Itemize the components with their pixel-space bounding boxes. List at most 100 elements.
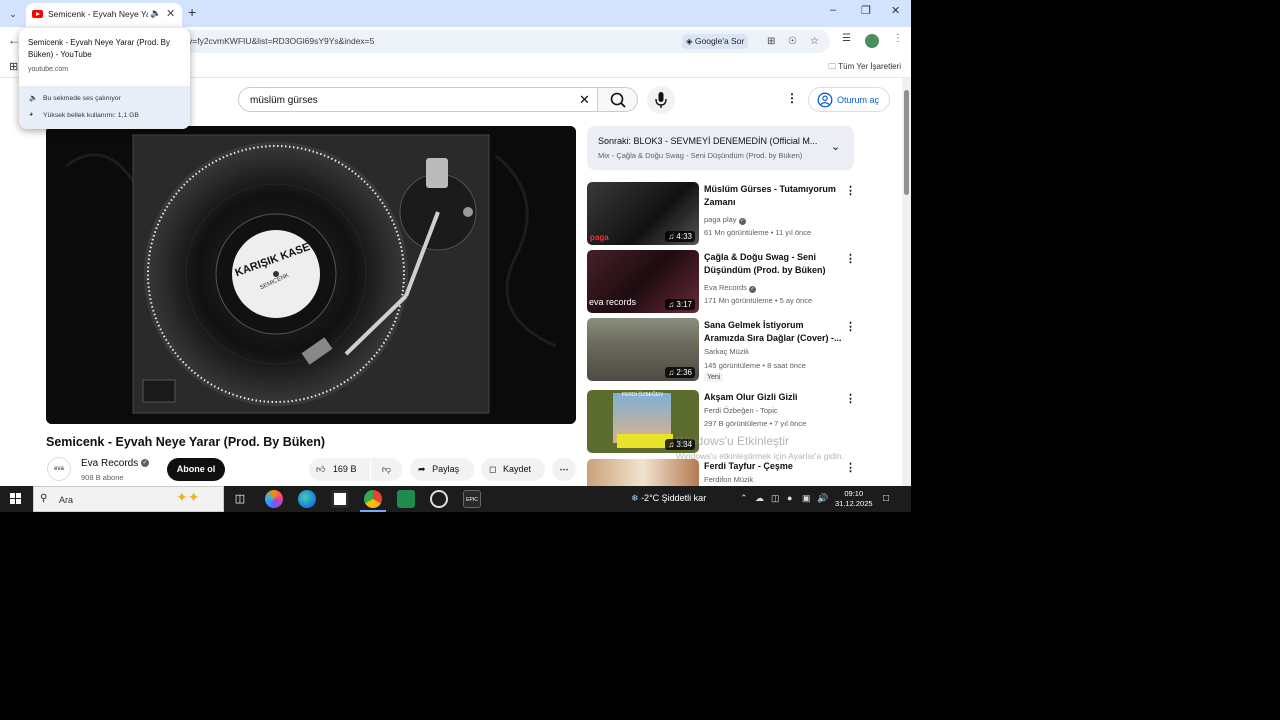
account-icon [817, 92, 833, 108]
search-button[interactable] [597, 87, 638, 112]
epic-games-icon[interactable]: EPIC [463, 490, 481, 508]
memory-status: Yüksek bellek kullanımı: 1,1 GB [43, 112, 139, 119]
tab-youtube[interactable]: Semicenk - Eyvah Neye Yara 🔈 ✕ [26, 3, 182, 27]
speaker-icon: 🔈 [29, 95, 38, 102]
activation-watermark-title: Windows'u Etkinleştir [676, 434, 789, 448]
url-text: v=fy2cvmKWFIU&list=RD3OGl69sY9Ys&index=5 [188, 36, 375, 46]
audio-status: Bu sekmede ses çalınıyor [43, 95, 121, 102]
hover-card-status: 🔈 Bu sekmede ses çalınıyor ◕ Yüksek bell… [19, 86, 190, 129]
new-tab-button[interactable]: + [188, 4, 196, 20]
clear-search-icon[interactable]: ✕ [579, 92, 590, 108]
up-next-panel[interactable]: Sonraki: BLOK3 - SEVMEYİ DENEMEDİN (Offi… [587, 126, 854, 170]
network-icon[interactable]: ▣ [802, 493, 811, 504]
more-actions-button[interactable]: ⋯ [552, 458, 576, 481]
eye-off-icon[interactable]: ☉ [788, 36, 797, 47]
thumbnail-brand: FERDİ ÖZBEĞEN [622, 392, 663, 398]
subscribe-button[interactable]: Abone ol [167, 458, 225, 481]
screen: ⌄ Semicenk - Eyvah Neye Yara 🔈 ✕ + – ❐ ✕… [0, 0, 911, 512]
ms-store-icon[interactable] [331, 490, 349, 508]
like-button[interactable]: 👍︎ 169 B [309, 458, 370, 481]
video-thumbnail[interactable]: ♫ 2:36 [587, 318, 699, 381]
memory-gauge-icon: ◕ [29, 111, 34, 118]
browser-menu-icon[interactable]: ⋮ [893, 33, 903, 44]
microphone-tray-icon[interactable]: ● [787, 493, 792, 503]
recommendation-item[interactable]: Ferdi Tayfur - Çeşme Ferdifon Müzik ⋮ [587, 459, 857, 486]
more-options-icon[interactable]: ⋮ [845, 252, 856, 265]
edge-browser-icon[interactable] [298, 490, 316, 508]
search-input[interactable]: müslüm gürses ✕ [238, 87, 600, 112]
sign-in-label: Oturum aç [837, 95, 880, 105]
verified-check-icon: ✓ [749, 286, 757, 293]
verified-check-icon: ✓ [738, 218, 746, 225]
channel-avatar[interactable]: eva [47, 457, 71, 481]
ask-google-button[interactable]: ◈ Google'a Sor [682, 34, 749, 49]
tab-close-icon[interactable]: ✕ [166, 7, 175, 20]
chevron-down-icon[interactable]: ⌄ [831, 140, 840, 153]
video-title: Akşam Olur Gizli Gizli [704, 392, 798, 402]
bookmark-icon: ◻ [489, 464, 497, 474]
profile-avatar[interactable] [865, 34, 879, 48]
video-channel: paga play ✓ [704, 215, 746, 225]
taskbar-search-input[interactable]: ⚲ Ara ✦✦ [33, 486, 224, 512]
media-control-icon[interactable]: ☰ [842, 33, 851, 44]
windows-start-icon[interactable] [10, 493, 22, 505]
dislike-button[interactable]: 👎︎ [371, 458, 402, 481]
recommendation-item[interactable]: eva records ♫ 3:17 Çağla & Doğu Swag - S… [587, 250, 857, 314]
more-options-icon[interactable]: ⋮ [845, 320, 856, 333]
video-meta: 145 görüntüleme • 8 saat önce [704, 361, 806, 370]
video-title: Ferdi Tayfur - Çeşme [704, 461, 793, 471]
share-arrow-icon: ➦ [418, 464, 426, 474]
speaker-icon[interactable]: 🔈 [150, 8, 161, 19]
sign-in-button[interactable]: Oturum aç [808, 87, 890, 112]
tab-search-icon[interactable]: ⌄ [5, 6, 21, 22]
more-options-icon[interactable]: ⋮ [845, 184, 856, 197]
voice-search-button[interactable] [647, 86, 675, 114]
chrome-browser-icon[interactable] [360, 490, 386, 512]
recommendation-item[interactable]: ♫ 2:36 Sana Gelmek İstiyorum Aramızda Sı… [587, 318, 857, 382]
volume-icon[interactable]: 🔊 [817, 493, 828, 504]
hover-card-domain: youtube.com [28, 66, 69, 73]
channel-name-link[interactable]: Eva Records ✓ [81, 458, 150, 469]
apps-grid-icon[interactable]: ⊞ [9, 60, 18, 73]
task-view-icon[interactable]: ◫ [231, 490, 249, 508]
window-close-icon[interactable]: ✕ [891, 4, 900, 17]
video-player[interactable]: KARIŞIK KASET SEMICENK [46, 126, 576, 424]
maximize-icon[interactable]: ❐ [861, 4, 871, 17]
more-options-icon[interactable]: ⋮ [845, 461, 856, 474]
obs-recorder-icon[interactable] [430, 490, 448, 508]
clock[interactable]: 09:10 31.12.2025 [835, 489, 873, 509]
search-icon: ⚲ [40, 493, 48, 504]
thumbnail-brand: eva records [589, 297, 637, 307]
chevron-up-icon[interactable]: ⌃ [740, 493, 748, 504]
recommendation-item[interactable]: paga ♫ 4:33 Müslüm Gürses - Tutamıyorum … [587, 182, 857, 246]
notification-icon[interactable]: □ [883, 493, 889, 504]
copilot-icon[interactable] [265, 490, 283, 508]
calculator-icon[interactable] [397, 490, 415, 508]
hover-card-title: Semicenk - Eyvah Neye Yarar (Prod. By Bü… [28, 38, 170, 59]
share-button[interactable]: ➦ Paylaş [410, 458, 474, 481]
video-channel: Ferdifon Müzik [704, 475, 754, 484]
video-duration: ♫ 4:33 [665, 231, 695, 242]
more-options-icon[interactable]: ⋮ [845, 392, 856, 405]
scrollbar-thumb[interactable] [904, 90, 909, 195]
channel-name: Eva Records [81, 458, 139, 469]
bookmark-star-icon[interactable]: ☆ [810, 36, 819, 47]
all-bookmarks-button[interactable]: 🗀 Tüm Yer İşaretleri [828, 61, 901, 75]
weather-widget[interactable]: ❄ -2°C Şiddetli kar [631, 493, 706, 504]
video-thumbnail[interactable] [587, 459, 699, 486]
minimize-icon[interactable]: – [830, 4, 836, 16]
address-bar[interactable]: v=fy2cvmKWFIU&list=RD3OGl69sY9Ys&index=5… [178, 30, 830, 53]
youtube-favicon-icon [32, 10, 43, 18]
settings-more-icon[interactable]: ⋮ [786, 91, 798, 105]
video-channel: Sarkaç Müzik [704, 347, 750, 356]
page-scrollbar[interactable] [902, 78, 911, 486]
install-app-icon[interactable]: ⊞ [767, 36, 775, 47]
video-thumbnail[interactable]: eva records ♫ 3:17 [587, 250, 699, 313]
onedrive-cloud-icon[interactable]: ☁ [755, 493, 764, 504]
save-button[interactable]: ◻ Kaydet [481, 458, 545, 481]
tab-title: Semicenk - Eyvah Neye Yara [48, 9, 148, 19]
like-count: 169 B [332, 464, 357, 474]
video-thumbnail[interactable]: paga ♫ 4:33 [587, 182, 699, 245]
tray-device-icon[interactable]: ◫ [771, 493, 780, 504]
turntable-video-frame [46, 126, 576, 424]
